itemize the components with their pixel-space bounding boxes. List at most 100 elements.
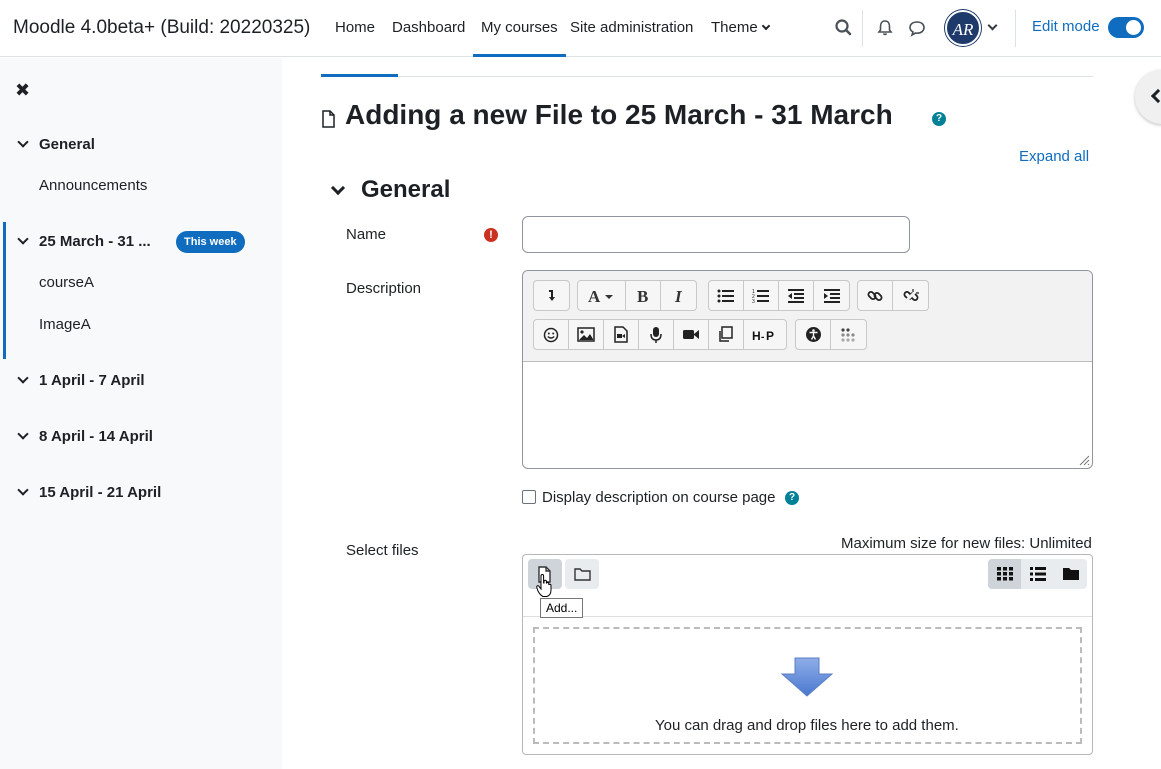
italic-icon[interactable]: I [661, 281, 696, 310]
nav-theme[interactable]: Theme [711, 0, 770, 57]
manage-files-icon[interactable] [709, 320, 744, 349]
course-index-drawer: ✖ General Announcements 25 March - 31 ..… [0, 58, 282, 769]
nav-my-courses[interactable]: My courses [473, 0, 566, 57]
svg-text:B: B [637, 288, 648, 304]
help-icon[interactable]: ? [932, 112, 946, 126]
file-view-switcher [988, 559, 1087, 589]
toolbar-group [857, 280, 929, 311]
messages-icon[interactable] [906, 17, 928, 39]
h5p-icon[interactable]: H-P [744, 320, 786, 349]
bold-icon[interactable]: B [626, 281, 661, 310]
expand-all-link[interactable]: Expand all [1019, 148, 1089, 165]
edit-mode-toggle[interactable] [1108, 17, 1144, 38]
activity-announcements[interactable]: Announcements [39, 177, 147, 194]
folder-tree-icon [1062, 568, 1079, 580]
fieldset-title-general[interactable]: General [361, 176, 450, 204]
site-brand[interactable]: Moodle 4.0beta+ (Build: 20220325) [13, 17, 310, 39]
file-manager-divider [523, 616, 1092, 617]
description-label: Description [346, 280, 422, 297]
activity-coursea[interactable]: courseA [39, 274, 94, 291]
name-field[interactable] [522, 216, 910, 253]
ordered-list-icon[interactable]: 123 [744, 281, 779, 310]
nav-site-administration[interactable]: Site administration [570, 0, 693, 57]
page-title: Adding a new File to 25 March - 31 March [345, 99, 893, 130]
max-file-size-text: Maximum size for new files: Unlimited [841, 535, 1092, 552]
edit-mode-label[interactable]: Edit mode [1032, 18, 1100, 35]
chevron-down-icon[interactable] [17, 233, 29, 245]
svg-text:A: A [588, 288, 601, 304]
section-label[interactable]: 1 April - 7 April [39, 372, 145, 389]
chevron-down-icon[interactable] [17, 372, 29, 384]
toolbar-group: 123 [708, 280, 850, 311]
chevron-down-icon [761, 21, 770, 31]
drop-arrow-icon [781, 657, 833, 697]
open-block-drawer-button[interactable] [1135, 70, 1161, 124]
nav-home[interactable]: Home [335, 0, 375, 57]
required-icon: ! [484, 228, 498, 242]
collapse-toolbar-icon[interactable] [534, 281, 569, 310]
resize-handle-icon[interactable] [1078, 454, 1090, 466]
chevron-down-icon[interactable] [17, 428, 29, 440]
chevron-down-icon[interactable] [330, 180, 346, 196]
section-label[interactable]: 15 April - 21 April [39, 484, 161, 501]
add-tooltip: Add... [540, 598, 584, 618]
section-label[interactable]: 8 April - 14 April [39, 428, 153, 445]
search-icon[interactable] [833, 17, 855, 39]
list-icon [1029, 567, 1046, 581]
current-section-indicator [3, 222, 6, 359]
video-camera-icon[interactable] [674, 320, 709, 349]
unlink-icon[interactable] [893, 281, 928, 310]
toolbar-group [533, 280, 570, 311]
nav-dashboard[interactable]: Dashboard [392, 0, 465, 57]
secondary-nav-line [321, 76, 1093, 77]
close-icon[interactable]: ✖ [15, 80, 30, 101]
editor-toolbar: A B I 123 H - P [523, 271, 1092, 362]
file-icon [322, 110, 335, 128]
toolbar-group: A B I [577, 280, 697, 311]
activity-imagea[interactable]: ImageA [39, 316, 91, 333]
paragraph-styles-icon[interactable]: A [578, 281, 626, 310]
nav-my-courses-label: My courses [481, 19, 558, 36]
toolbar-group [795, 319, 867, 350]
create-folder-button[interactable] [565, 559, 599, 589]
link-icon[interactable] [858, 281, 893, 310]
view-tree-button[interactable] [1054, 559, 1087, 589]
grid-icon [996, 567, 1013, 581]
folder-icon [573, 568, 591, 581]
top-navbar: Moodle 4.0beta+ (Build: 20220325) Home D… [0, 0, 1161, 57]
image-icon[interactable] [569, 320, 604, 349]
display-description-checkbox[interactable] [522, 490, 536, 504]
nav-theme-label: Theme [711, 19, 758, 36]
toolbar-group: H-P [533, 319, 787, 350]
help-icon[interactable]: ? [785, 491, 799, 505]
media-icon[interactable] [604, 320, 639, 349]
outdent-icon[interactable] [779, 281, 814, 310]
svg-text:H: H [752, 329, 761, 342]
screenreader-helper-icon[interactable] [831, 320, 866, 349]
chevron-down-icon[interactable] [17, 484, 29, 496]
view-icons-button[interactable] [988, 559, 1021, 589]
indent-icon[interactable] [814, 281, 849, 310]
emoticon-icon[interactable] [534, 320, 569, 349]
section-label[interactable]: General [39, 136, 95, 153]
section-label[interactable]: 25 March - 31 ... [39, 233, 151, 250]
view-list-button[interactable] [1021, 559, 1054, 589]
chevron-left-icon [1150, 88, 1161, 104]
toggle-knob [1126, 20, 1141, 35]
microphone-icon[interactable] [639, 320, 674, 349]
drop-zone-text: You can drag and drop files here to add … [655, 717, 959, 734]
user-menu-chevron-icon[interactable] [987, 20, 998, 31]
secondary-nav-active-tab[interactable] [321, 74, 398, 77]
display-description-label[interactable]: Display description on course page [542, 489, 775, 506]
navbar-divider [1015, 10, 1016, 47]
accessibility-checker-icon[interactable] [796, 320, 831, 349]
chevron-down-icon[interactable] [17, 136, 29, 148]
svg-text:P: P [766, 329, 774, 342]
unordered-list-icon[interactable] [709, 281, 744, 310]
bell-icon[interactable] [874, 17, 896, 39]
description-editor[interactable]: A B I 123 H - P [522, 270, 1093, 469]
svg-text:-: - [761, 332, 764, 342]
navbar-divider [862, 10, 863, 47]
name-label: Name [346, 226, 387, 243]
user-avatar[interactable]: AR [945, 10, 981, 46]
